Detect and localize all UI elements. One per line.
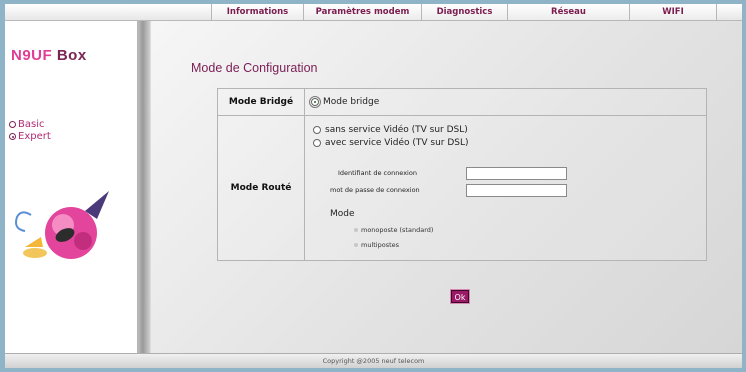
sidebar: N9UF Box Basic Expert [5, 21, 138, 353]
sidebar-divider [138, 21, 150, 353]
without-video-radio[interactable] [313, 126, 321, 134]
mascot-illustration [15, 191, 109, 259]
bridge-row-label: Mode Bridgé [218, 89, 305, 115]
bridge-option[interactable]: Mode bridge [309, 96, 380, 108]
mode-expert-radio[interactable] [9, 133, 16, 140]
mode-expert-label: Expert [18, 131, 51, 142]
top-navigation-bar: Informations Paramètres modem Diagnostic… [5, 4, 742, 21]
bridge-option-label: Mode bridge [323, 97, 380, 107]
password-field-label: mot de passe de connexion [330, 186, 420, 194]
without-video-label: sans service Vidéo (TV sur DSL) [325, 125, 468, 135]
monoposte-label: monoposte (standard) [361, 226, 434, 234]
with-video-radio[interactable] [313, 139, 321, 147]
neuf-box-logo: N9UF Box [11, 47, 87, 64]
main-content: Mode de Configuration Mode Bridgé Mode b… [151, 21, 742, 353]
page-title: Mode de Configuration [191, 61, 318, 75]
bridge-row: Mode Bridgé Mode bridge [218, 89, 706, 116]
tab-wifi[interactable]: WIFI [629, 4, 717, 21]
routed-option-without-video[interactable]: sans service Vidéo (TV sur DSL) [313, 125, 468, 135]
routed-option-with-video[interactable]: avec service Vidéo (TV sur DSL) [313, 138, 469, 148]
ok-button[interactable]: Ok [451, 290, 469, 303]
nav-tabs: Informations Paramètres modem Diagnostic… [211, 4, 717, 21]
tab-reseau[interactable]: Réseau [507, 4, 630, 21]
tab-informations[interactable]: Informations [211, 4, 304, 21]
tab-diagnostics[interactable]: Diagnostics [421, 4, 508, 21]
mode-basic-label: Basic [18, 119, 45, 130]
tab-parametres-modem[interactable]: Paramètres modem [303, 4, 422, 21]
password-field[interactable] [466, 184, 567, 197]
mascot-beak [25, 237, 43, 247]
login-field-label: Identifiant de connexion [338, 169, 417, 177]
mascot-wire [15, 211, 32, 232]
mode-basic-option[interactable]: Basic [9, 119, 44, 130]
routed-row-label: Mode Routé [218, 116, 305, 260]
multipostes-label: multipostes [361, 241, 400, 249]
monoposte-radio[interactable] [354, 228, 358, 232]
configuration-table: Mode Bridgé Mode bridge Mode Routé sans … [217, 88, 707, 261]
mascot-shadow [74, 232, 92, 250]
mode-basic-radio[interactable] [9, 121, 16, 128]
app-frame: Informations Paramètres modem Diagnostic… [5, 4, 742, 368]
logo-prefix: N9UF [11, 47, 53, 64]
mascot-foot [23, 248, 47, 258]
mode-expert-option[interactable]: Expert [9, 131, 51, 142]
bridge-radio[interactable] [309, 96, 321, 108]
mode-heading: Mode [330, 209, 355, 219]
routed-row: Mode Routé sans service Vidéo (TV sur DS… [218, 116, 706, 260]
multipostes-radio[interactable] [354, 243, 358, 247]
copyright-text: Copyright @2005 neuf telecom [322, 357, 425, 365]
multipostes-option[interactable]: multipostes [354, 241, 399, 249]
login-field[interactable] [466, 167, 567, 180]
logo-suffix: Box [56, 47, 87, 64]
with-video-label: avec service Vidéo (TV sur DSL) [325, 138, 469, 148]
footer: Copyright @2005 neuf telecom [5, 353, 742, 368]
monoposte-option[interactable]: monoposte (standard) [354, 226, 433, 234]
